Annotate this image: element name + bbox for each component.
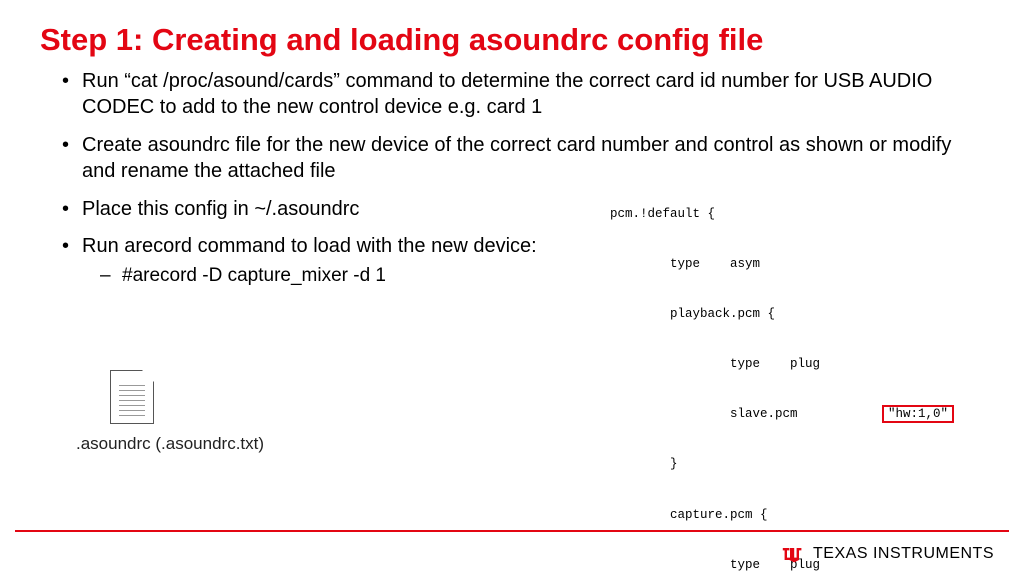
- file-label: .asoundrc (.asoundrc.txt): [76, 434, 264, 454]
- brand-text: TEXAS INSTRUMENTS: [813, 545, 994, 563]
- bullet-4: Run arecord command to load with the new…: [62, 233, 602, 288]
- bullet-4a: #arecord -D capture_mixer -d 1: [82, 263, 602, 288]
- ti-logo-icon: [781, 544, 805, 564]
- divider: [15, 530, 1009, 532]
- highlight-hw1: "hw:1,0": [882, 405, 954, 423]
- code-line: capture.pcm {: [610, 508, 768, 522]
- code-line: type plug: [610, 357, 820, 371]
- file-icon: [110, 370, 154, 424]
- footer: TEXAS INSTRUMENTS: [781, 544, 994, 564]
- bullet-4-text: Run arecord command to load with the new…: [82, 235, 537, 257]
- code-snippet: pcm.!default { type asym playback.pcm { …: [610, 172, 998, 576]
- bullet-1: Run “cat /proc/asound/cards” command to …: [62, 68, 984, 121]
- slide: Step 1: Creating and loading asoundrc co…: [0, 0, 1024, 576]
- code-line: slave.pcm: [610, 407, 798, 421]
- code-line: playback.pcm {: [610, 307, 775, 321]
- code-line: }: [610, 457, 678, 471]
- slide-title: Step 1: Creating and loading asoundrc co…: [0, 0, 1024, 68]
- file-attachment[interactable]: .asoundrc (.asoundrc.txt): [100, 370, 264, 454]
- code-line: type asym: [610, 257, 760, 271]
- code-line: pcm.!default {: [610, 207, 715, 221]
